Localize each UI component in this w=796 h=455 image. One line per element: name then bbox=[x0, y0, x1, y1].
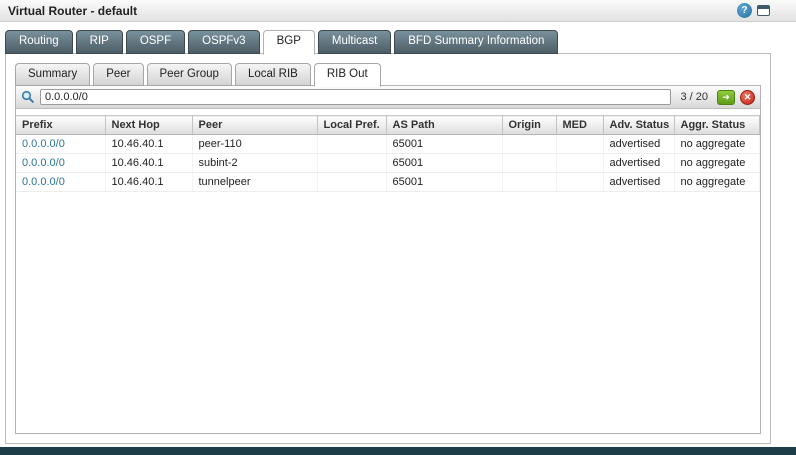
local-pref-cell bbox=[317, 173, 386, 192]
column-header-origin[interactable]: Origin bbox=[502, 116, 556, 135]
clear-filter-button[interactable]: ✕ bbox=[740, 90, 755, 105]
prefix-cell[interactable]: 0.0.0.0/0 bbox=[16, 154, 105, 173]
next-hop-cell: 10.46.40.1 bbox=[105, 154, 192, 173]
adv-status-cell: advertised bbox=[603, 154, 674, 173]
local-pref-cell bbox=[317, 154, 386, 173]
window-icon[interactable] bbox=[757, 5, 770, 16]
rib-out-table: Prefix Next Hop Peer Local Pref. AS Path… bbox=[16, 115, 760, 192]
adv-status-cell: advertised bbox=[603, 173, 674, 192]
title-icons: ? bbox=[737, 3, 770, 18]
tab-multicast[interactable]: Multicast bbox=[318, 30, 391, 54]
sub-tab-local-rib[interactable]: Local RIB bbox=[235, 63, 311, 86]
aggr-status-cell: no aggregate bbox=[674, 135, 760, 154]
tab-ospfv3[interactable]: OSPFv3 bbox=[188, 30, 259, 54]
column-header-peer[interactable]: Peer bbox=[192, 116, 317, 135]
peer-cell: tunnelpeer bbox=[192, 173, 317, 192]
tab-bfd-summary[interactable]: BFD Summary Information bbox=[394, 30, 558, 54]
tab-routing[interactable]: Routing bbox=[5, 30, 73, 54]
table-row: 0.0.0.0/0 10.46.40.1 subint-2 65001 adve… bbox=[16, 154, 760, 173]
page-title: Virtual Router - default bbox=[8, 4, 137, 18]
column-header-next-hop[interactable]: Next Hop bbox=[105, 116, 192, 135]
as-path-cell: 65001 bbox=[386, 135, 502, 154]
local-pref-cell bbox=[317, 135, 386, 154]
table-header-row: Prefix Next Hop Peer Local Pref. AS Path… bbox=[16, 116, 760, 135]
med-cell bbox=[556, 135, 603, 154]
sub-tab-bar: Summary Peer Peer Group Local RIB RIB Ou… bbox=[15, 63, 381, 86]
filter-bar: 3 / 20 ➜ ✕ bbox=[16, 86, 760, 109]
next-hop-cell: 10.46.40.1 bbox=[105, 173, 192, 192]
column-header-med[interactable]: MED bbox=[556, 116, 603, 135]
column-header-adv-status[interactable]: Adv. Status bbox=[603, 116, 674, 135]
bottom-bar bbox=[0, 447, 796, 455]
filter-count: 3 / 20 bbox=[676, 91, 712, 103]
med-cell bbox=[556, 154, 603, 173]
tab-rip[interactable]: RIP bbox=[76, 30, 123, 54]
column-header-prefix[interactable]: Prefix bbox=[16, 116, 105, 135]
sub-tab-peer-group[interactable]: Peer Group bbox=[147, 63, 232, 86]
table-row: 0.0.0.0/0 10.46.40.1 peer-110 65001 adve… bbox=[16, 135, 760, 154]
adv-status-cell: advertised bbox=[603, 135, 674, 154]
origin-cell bbox=[502, 154, 556, 173]
prefix-cell[interactable]: 0.0.0.0/0 bbox=[16, 135, 105, 154]
sub-tab-rib-out[interactable]: RIB Out bbox=[314, 63, 381, 87]
med-cell bbox=[556, 173, 603, 192]
prefix-cell[interactable]: 0.0.0.0/0 bbox=[16, 173, 105, 192]
help-icon[interactable]: ? bbox=[737, 3, 752, 18]
table-row: 0.0.0.0/0 10.46.40.1 tunnelpeer 65001 ad… bbox=[16, 173, 760, 192]
main-tab-bar: Routing RIP OSPF OSPFv3 BGP Multicast BF… bbox=[5, 30, 558, 54]
column-header-as-path[interactable]: AS Path bbox=[386, 116, 502, 135]
sub-tab-summary[interactable]: Summary bbox=[15, 63, 90, 86]
title-bar: Virtual Router - default ? bbox=[0, 0, 796, 22]
apply-filter-button[interactable]: ➜ bbox=[717, 90, 735, 105]
aggr-status-cell: no aggregate bbox=[674, 173, 760, 192]
peer-cell: peer-110 bbox=[192, 135, 317, 154]
tab-bgp[interactable]: BGP bbox=[263, 30, 315, 55]
bgp-panel: Summary Peer Peer Group Local RIB RIB Ou… bbox=[5, 53, 771, 444]
filter-input[interactable] bbox=[40, 89, 671, 105]
peer-cell: subint-2 bbox=[192, 154, 317, 173]
column-header-local-pref[interactable]: Local Pref. bbox=[317, 116, 386, 135]
origin-cell bbox=[502, 135, 556, 154]
tab-ospf[interactable]: OSPF bbox=[126, 30, 185, 54]
sub-tab-peer[interactable]: Peer bbox=[93, 63, 143, 86]
aggr-status-cell: no aggregate bbox=[674, 154, 760, 173]
as-path-cell: 65001 bbox=[386, 154, 502, 173]
origin-cell bbox=[502, 173, 556, 192]
next-hop-cell: 10.46.40.1 bbox=[105, 135, 192, 154]
rib-out-panel: 3 / 20 ➜ ✕ Prefix Next Hop Peer Local Pr… bbox=[15, 85, 761, 434]
as-path-cell: 65001 bbox=[386, 173, 502, 192]
column-header-aggr-status[interactable]: Aggr. Status bbox=[674, 116, 760, 135]
search-icon bbox=[21, 90, 35, 104]
